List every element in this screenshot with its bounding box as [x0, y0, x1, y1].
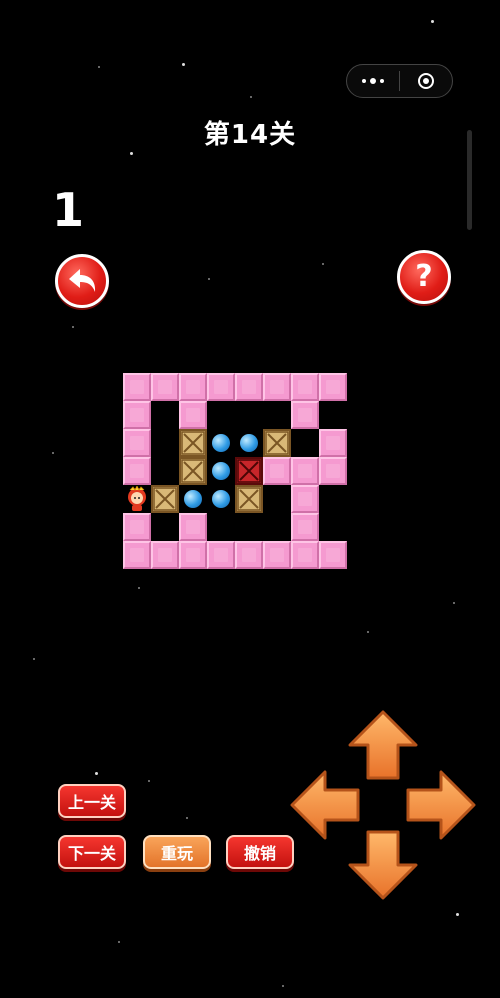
sokoban-board — [123, 373, 347, 569]
target-circle-icon — [418, 73, 434, 89]
goal-tile — [235, 429, 263, 457]
wall-tile — [291, 485, 319, 513]
more-dots-icon — [362, 78, 384, 84]
wall-tile — [123, 513, 151, 541]
wall-tile — [319, 457, 347, 485]
wall-tile — [291, 541, 319, 569]
move-counter: 1 — [52, 183, 85, 237]
wall-tile — [291, 401, 319, 429]
wall-tile — [179, 373, 207, 401]
more-button[interactable] — [347, 65, 399, 97]
wall-tile — [179, 513, 207, 541]
goal-tile — [179, 485, 207, 513]
wall-tile — [319, 541, 347, 569]
wall-tile — [123, 429, 151, 457]
arrow-down-icon[interactable] — [348, 830, 418, 900]
close-miniprogram-button[interactable] — [400, 65, 452, 97]
player-character — [123, 485, 151, 513]
arrow-up-icon[interactable] — [348, 710, 418, 780]
wall-tile — [151, 541, 179, 569]
wall-tile — [291, 457, 319, 485]
wall-tile — [123, 541, 151, 569]
undo-round-button[interactable] — [55, 254, 109, 308]
goal-tile — [207, 485, 235, 513]
wall-tile — [179, 401, 207, 429]
goal-tile — [207, 429, 235, 457]
crate — [179, 457, 207, 485]
level-title: 第14关 — [203, 120, 297, 150]
wall-tile — [207, 373, 235, 401]
miniprogram-capsule — [346, 64, 453, 98]
wall-tile — [123, 457, 151, 485]
replay-button[interactable]: 重玩 — [143, 835, 211, 869]
question-mark-icon: ? — [415, 259, 433, 294]
wall-tile — [319, 373, 347, 401]
crate — [263, 429, 291, 457]
wall-tile — [263, 541, 291, 569]
wall-tile — [263, 373, 291, 401]
wall-tile — [263, 457, 291, 485]
wall-tile — [123, 401, 151, 429]
wall-tile — [179, 541, 207, 569]
crate — [235, 485, 263, 513]
wall-tile — [319, 429, 347, 457]
wall-tile — [235, 541, 263, 569]
crate-on-goal — [235, 457, 263, 485]
crate — [151, 485, 179, 513]
help-button[interactable]: ? — [397, 250, 451, 304]
next-level-button[interactable]: 下一关 — [58, 835, 126, 869]
wall-tile — [151, 373, 179, 401]
prev-level-button[interactable]: 上一关 — [58, 784, 126, 818]
wall-tile — [207, 541, 235, 569]
direction-pad — [290, 710, 476, 900]
undo-arrow-icon — [69, 269, 96, 292]
wall-tile — [235, 373, 263, 401]
wall-tile — [291, 513, 319, 541]
wall-tile — [291, 373, 319, 401]
arrow-left-icon[interactable] — [290, 770, 360, 840]
arrow-right-icon[interactable] — [406, 770, 476, 840]
wall-tile — [123, 373, 151, 401]
undo-button[interactable]: 撤销 — [226, 835, 294, 869]
goal-tile — [207, 457, 235, 485]
crate — [179, 429, 207, 457]
